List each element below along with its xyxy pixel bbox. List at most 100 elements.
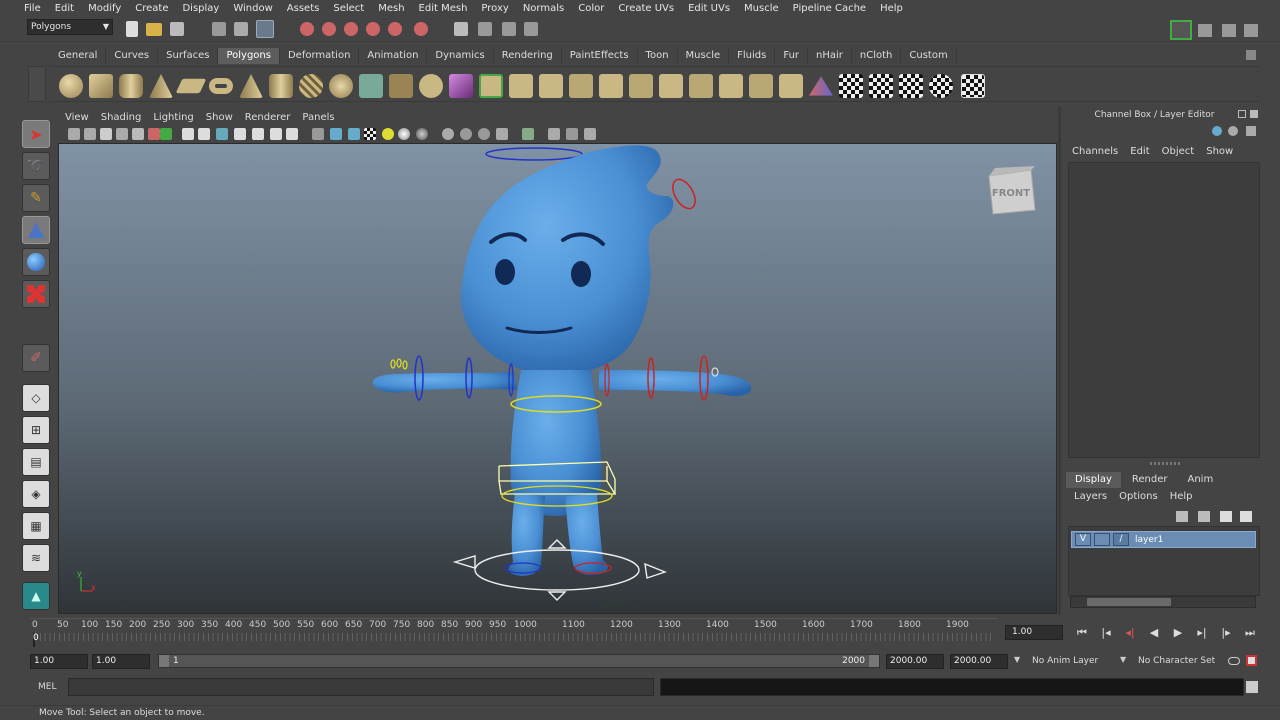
panel-menu-view[interactable]: View <box>65 112 89 123</box>
character-set-dropdown[interactable]: No Character Set <box>1138 656 1215 666</box>
bridge-icon[interactable] <box>479 74 503 98</box>
shelf-tab-custom[interactable]: Custom <box>901 48 957 64</box>
hypershade-layout-button[interactable]: ▦ <box>22 512 50 540</box>
gate-mask-icon[interactable] <box>216 128 228 140</box>
menu-color[interactable]: Color <box>578 3 604 14</box>
menu-modify[interactable]: Modify <box>88 3 121 14</box>
poly-plane-icon[interactable] <box>175 78 207 94</box>
sculpt-icon[interactable] <box>809 76 833 96</box>
cb-menu-object[interactable]: Object <box>1162 146 1195 157</box>
select-camera-icon[interactable] <box>68 128 80 140</box>
shelf-tab-fluids[interactable]: Fluids <box>729 48 776 64</box>
poly-pipe-icon[interactable] <box>269 74 293 98</box>
bevel-icon[interactable] <box>689 74 713 98</box>
uv-cylindrical-icon[interactable] <box>869 74 893 98</box>
four-view-layout-button[interactable]: ⊞ <box>22 416 50 444</box>
character-head[interactable] <box>460 145 674 375</box>
combine-icon[interactable] <box>359 74 383 98</box>
shelf-tab-painteffects[interactable]: PaintEffects <box>562 48 638 64</box>
cb-menu-channels[interactable]: Channels <box>1072 146 1118 157</box>
depth-of-field-icon[interactable] <box>478 128 490 140</box>
panel-menu-lighting[interactable]: Lighting <box>153 112 193 123</box>
poly-helix-icon[interactable] <box>299 74 323 98</box>
playback-end-field[interactable]: 2000.00 <box>886 654 944 669</box>
snap-surface-icon[interactable] <box>388 22 402 36</box>
hyper-icon[interactable] <box>1246 126 1256 136</box>
extrude-icon[interactable] <box>509 74 533 98</box>
playback-start-field[interactable]: 1.00 <box>92 654 150 669</box>
select-object-icon[interactable] <box>234 22 248 36</box>
panel-float-icon[interactable] <box>1238 110 1246 118</box>
film-gate-icon[interactable] <box>182 128 194 140</box>
offset-edge-loop-icon[interactable] <box>629 74 653 98</box>
motion-blur-icon[interactable] <box>442 128 454 140</box>
paint-select-tool-button[interactable]: ✎ <box>22 184 50 212</box>
resolution-gate-icon[interactable] <box>198 128 210 140</box>
panel-splitter[interactable] <box>1058 107 1061 615</box>
separate-icon[interactable] <box>389 74 413 98</box>
anim-layer-dropdown[interactable]: No Anim Layer <box>1032 656 1098 666</box>
panel-menu-renderer[interactable]: Renderer <box>245 112 291 123</box>
shadows-icon[interactable] <box>398 128 410 140</box>
manipulator-icon[interactable] <box>1212 126 1222 136</box>
shelf-tab-toon[interactable]: Toon <box>638 48 678 64</box>
collapse-icon[interactable] <box>749 74 773 98</box>
shelf-tab-polygons[interactable]: Polygons <box>218 48 280 64</box>
single-perspective-layout-button[interactable]: ◇ <box>22 384 50 412</box>
layer-menu-layers[interactable]: Layers <box>1074 491 1107 502</box>
merge-vertices-icon[interactable] <box>719 74 743 98</box>
play-forward-icon[interactable]: ▶ <box>1166 626 1190 640</box>
menu-help[interactable]: Help <box>880 3 903 14</box>
pane-divider-handle[interactable] <box>1150 462 1180 465</box>
screen-space-ao-icon[interactable] <box>416 128 428 140</box>
panel-menu-panels[interactable]: Panels <box>302 112 334 123</box>
anim-prefs-icon[interactable] <box>1246 655 1257 666</box>
speed-icon[interactable] <box>1228 126 1238 136</box>
select-hierarchy-icon[interactable] <box>212 22 226 36</box>
poly-soccer-ball-icon[interactable] <box>329 74 353 98</box>
step-back-key-icon[interactable]: |◂ <box>1094 626 1118 640</box>
camera-attributes-icon[interactable] <box>84 128 96 140</box>
uv-editor-icon[interactable] <box>961 74 985 98</box>
menu-muscle[interactable]: Muscle <box>744 3 779 14</box>
command-language-label[interactable]: MEL <box>38 682 56 692</box>
split-polygon-icon[interactable] <box>569 74 593 98</box>
shelf-tab-ncloth[interactable]: nCloth <box>852 48 902 64</box>
end-time-field[interactable]: 2000.00 <box>950 654 1008 669</box>
move-layer-up-icon[interactable] <box>1176 511 1188 522</box>
snap-plane-icon[interactable] <box>366 22 380 36</box>
outliner-graph-layout-button[interactable]: ≋ <box>22 544 50 572</box>
insert-edge-loop-icon[interactable] <box>599 74 623 98</box>
script-editor-icon[interactable] <box>1246 681 1258 693</box>
auto-key-icon[interactable] <box>1228 657 1240 665</box>
left-arm[interactable] <box>372 372 517 393</box>
shelf-tab-nhair[interactable]: nHair <box>808 48 852 64</box>
scrollbar-thumb[interactable] <box>1087 598 1171 606</box>
select-component-icon[interactable] <box>256 20 274 38</box>
extract-icon[interactable] <box>419 74 443 98</box>
grid-toggle-icon[interactable] <box>160 128 172 140</box>
safe-title-icon[interactable] <box>270 128 282 140</box>
uv-spherical-icon[interactable] <box>899 74 923 98</box>
poly-cube-icon[interactable] <box>89 74 113 98</box>
layer-menu-options[interactable]: Options <box>1119 491 1158 502</box>
menu-edit[interactable]: Edit <box>55 3 74 14</box>
select-tool-button[interactable]: ➤ <box>22 120 50 148</box>
append-polygon-icon[interactable] <box>539 74 563 98</box>
multisample-aa-icon[interactable] <box>460 128 472 140</box>
lasso-tool-button[interactable]: ➰ <box>22 152 50 180</box>
poly-prism-icon[interactable] <box>239 74 263 98</box>
isolate-select-icon[interactable] <box>522 128 534 140</box>
new-empty-layer-icon[interactable] <box>1220 511 1232 522</box>
shelf-tab-muscle[interactable]: Muscle <box>678 48 730 64</box>
shelf-tab-fur[interactable]: Fur <box>775 48 809 64</box>
snap-grid-icon[interactable] <box>300 22 314 36</box>
bookmarks-icon[interactable] <box>100 128 112 140</box>
time-slider[interactable]: 0 50 100 150 200 250 300 350 400 450 500… <box>30 618 998 647</box>
image-plane-icon[interactable] <box>116 128 128 140</box>
xray-joints-icon[interactable] <box>548 128 560 140</box>
toggle-outliner-icon[interactable] <box>1244 24 1258 37</box>
layer-tab-display[interactable]: Display <box>1066 472 1121 488</box>
command-input[interactable] <box>68 678 654 696</box>
smooth-icon[interactable] <box>449 74 473 98</box>
